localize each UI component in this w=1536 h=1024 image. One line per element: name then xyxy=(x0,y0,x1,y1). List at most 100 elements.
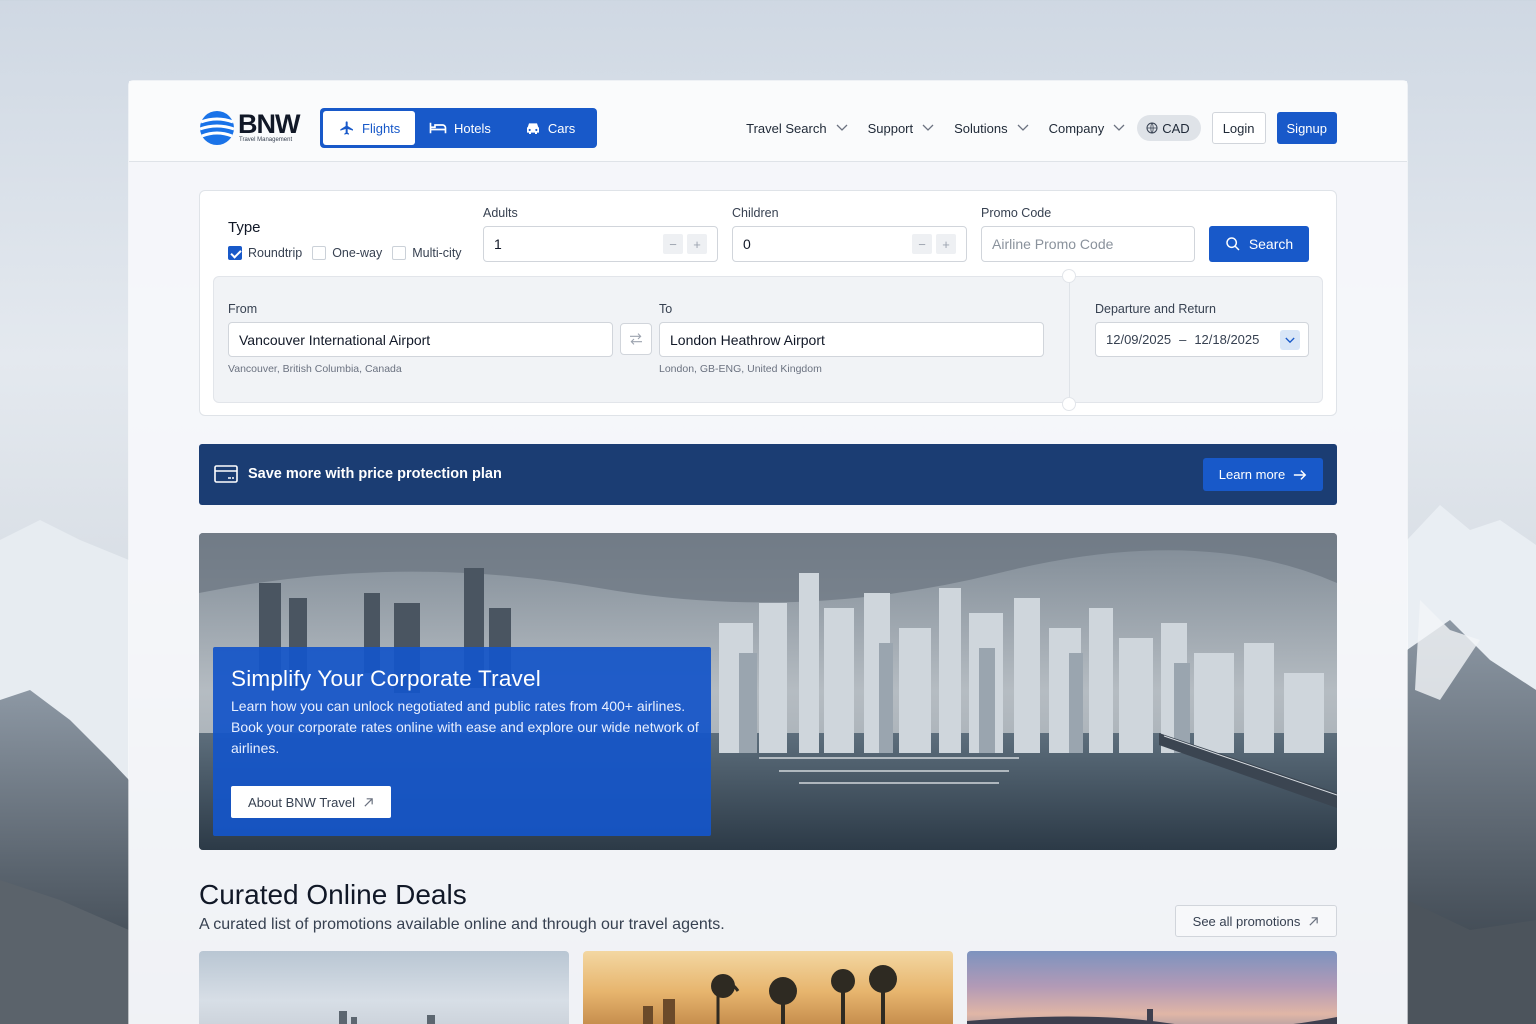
arrow-right-icon xyxy=(1294,469,1307,480)
children-value: 0 xyxy=(743,236,751,252)
car-icon xyxy=(526,123,539,134)
chevron-down-icon xyxy=(1285,337,1295,343)
stepper-controls: − + xyxy=(912,234,956,254)
about-button-label: About BNW Travel xyxy=(248,794,355,810)
deal-card-image[interactable] xyxy=(199,951,569,1024)
deal-image-sunset xyxy=(967,1009,1337,1024)
deal-image-palms xyxy=(643,965,897,1024)
top-header: BNW Travel Management Flights Hotels Car… xyxy=(129,81,1407,162)
nav-label: Solutions xyxy=(954,120,1008,136)
checkbox-label: Multi-city xyxy=(412,246,462,260)
globe-icon xyxy=(1146,122,1158,134)
divider-notch xyxy=(1062,397,1076,411)
date-dropdown-button[interactable] xyxy=(1280,330,1300,350)
to-label: To xyxy=(659,302,673,316)
from-airport-input[interactable]: Vancouver International Airport xyxy=(228,322,613,357)
date-range-input[interactable]: 12/09/2025 – 12/18/2025 xyxy=(1095,322,1309,357)
checkbox[interactable] xyxy=(392,246,407,260)
adults-value: 1 xyxy=(494,236,502,252)
increment-button[interactable]: + xyxy=(687,234,707,254)
top-nav: Travel Search Support Solutions Company … xyxy=(746,112,1337,144)
search-button[interactable]: Search xyxy=(1209,226,1309,262)
deals-subtitle: A curated list of promotions available o… xyxy=(199,916,725,933)
nav-company[interactable]: Company xyxy=(1049,121,1126,136)
chevron-down-icon xyxy=(1017,124,1029,131)
hero-banner: Simplify Your Corporate Travel Learn how… xyxy=(199,533,1337,850)
trip-type-roundtrip[interactable]: Roundtrip xyxy=(228,246,302,260)
nav-label: Travel Search xyxy=(746,120,827,136)
divider-notch xyxy=(1062,269,1076,283)
adults-stepper[interactable]: 1 − + xyxy=(483,226,718,262)
tab-cars-label: Cars xyxy=(547,120,576,136)
nav-label: Support xyxy=(867,120,914,136)
learn-more-label: Learn more xyxy=(1218,467,1286,482)
travel-mode-tabs: Flights Hotels Cars xyxy=(320,108,597,148)
from-hint: Vancouver, British Columbia, Canada xyxy=(228,363,402,375)
tab-hotels-label: Hotels xyxy=(454,120,491,136)
stepper-controls: − + xyxy=(663,234,707,254)
deal-card-image[interactable] xyxy=(583,951,953,1024)
about-bnw-button[interactable]: About BNW Travel xyxy=(231,786,391,818)
checkbox[interactable] xyxy=(228,246,242,260)
nav-solutions[interactable]: Solutions xyxy=(954,120,1029,136)
trip-type-title: Type xyxy=(228,219,261,236)
to-airport-input[interactable]: London Heathrow Airport xyxy=(659,322,1044,357)
brand-name: BNW xyxy=(238,109,300,139)
brand-logo[interactable]: BNW Travel Management xyxy=(199,109,309,147)
section-divider xyxy=(1069,277,1070,404)
children-stepper[interactable]: 0 − + xyxy=(732,226,967,262)
arrow-up-right-icon xyxy=(364,797,373,807)
decrement-button[interactable]: − xyxy=(912,234,932,254)
increment-button[interactable]: + xyxy=(936,234,956,254)
login-button[interactable]: Login xyxy=(1211,112,1266,144)
to-hint: London, GB-ENG, United Kingdom xyxy=(659,363,822,375)
return-date: 12/18/2025 xyxy=(1194,332,1260,347)
learn-more-button[interactable]: Learn more xyxy=(1203,458,1323,491)
nav-label: Company xyxy=(1048,120,1105,136)
promo-code-placeholder: Airline Promo Code xyxy=(992,236,1114,252)
trip-type-multicity[interactable]: Multi-city xyxy=(392,246,462,260)
promo-code-input[interactable]: Airline Promo Code xyxy=(981,226,1195,262)
see-all-promotions-button[interactable]: See all promotions xyxy=(1175,905,1337,937)
credit-card-icon xyxy=(214,465,238,483)
decrement-button[interactable]: − xyxy=(663,234,683,254)
chevron-down-icon xyxy=(922,124,934,131)
tab-hotels[interactable]: Hotels xyxy=(415,111,507,145)
nav-support[interactable]: Support xyxy=(868,121,935,136)
currency-selector[interactable]: CAD xyxy=(1137,115,1201,141)
trip-type-oneway[interactable]: One-way xyxy=(312,246,382,260)
flight-search-form: Type Roundtrip One-way Multi-city Adults… xyxy=(199,190,1337,416)
date-separator: – xyxy=(1179,332,1187,347)
children-label: Children xyxy=(732,206,779,220)
tab-flights-label: Flights xyxy=(362,120,401,136)
see-all-label: See all promotions xyxy=(1192,913,1301,929)
from-label: From xyxy=(228,302,258,316)
dates-label: Departure and Return xyxy=(1095,302,1216,316)
checkbox[interactable] xyxy=(312,246,327,260)
checkbox-label: Roundtrip xyxy=(248,246,303,260)
promo-code-label: Promo Code xyxy=(981,206,1052,220)
tab-cars[interactable]: Cars xyxy=(507,111,591,145)
swap-icon xyxy=(630,333,642,345)
tab-flights[interactable]: Flights xyxy=(323,111,415,145)
nav-travel-search[interactable]: Travel Search xyxy=(746,120,848,136)
banner-text: Save more with price protection plan xyxy=(248,466,502,482)
hero-body: Learn how you can unlock negotiated and … xyxy=(231,698,699,756)
globe-logo-icon xyxy=(199,111,235,145)
price-protection-banner: Save more with price protection plan Lea… xyxy=(199,444,1337,505)
deal-card-image[interactable] xyxy=(967,951,1337,1024)
chevron-down-icon xyxy=(1113,124,1125,131)
hero-card: Simplify Your Corporate Travel Learn how… xyxy=(213,647,711,836)
checkbox-label: One-way xyxy=(332,246,383,260)
currency-label: CAD xyxy=(1162,120,1190,136)
search-button-label: Search xyxy=(1248,236,1294,252)
bed-icon xyxy=(429,122,447,134)
route-section: From Vancouver International Airport Van… xyxy=(213,269,1323,411)
deal-image-city xyxy=(339,1011,435,1024)
arrow-up-right-icon xyxy=(1309,916,1319,926)
hero-title: Simplify Your Corporate Travel xyxy=(231,666,541,691)
swap-airports-button[interactable] xyxy=(620,323,652,355)
adults-label: Adults xyxy=(483,206,518,220)
from-airport-value: Vancouver International Airport xyxy=(239,331,431,348)
signup-button[interactable]: Signup xyxy=(1276,112,1337,144)
